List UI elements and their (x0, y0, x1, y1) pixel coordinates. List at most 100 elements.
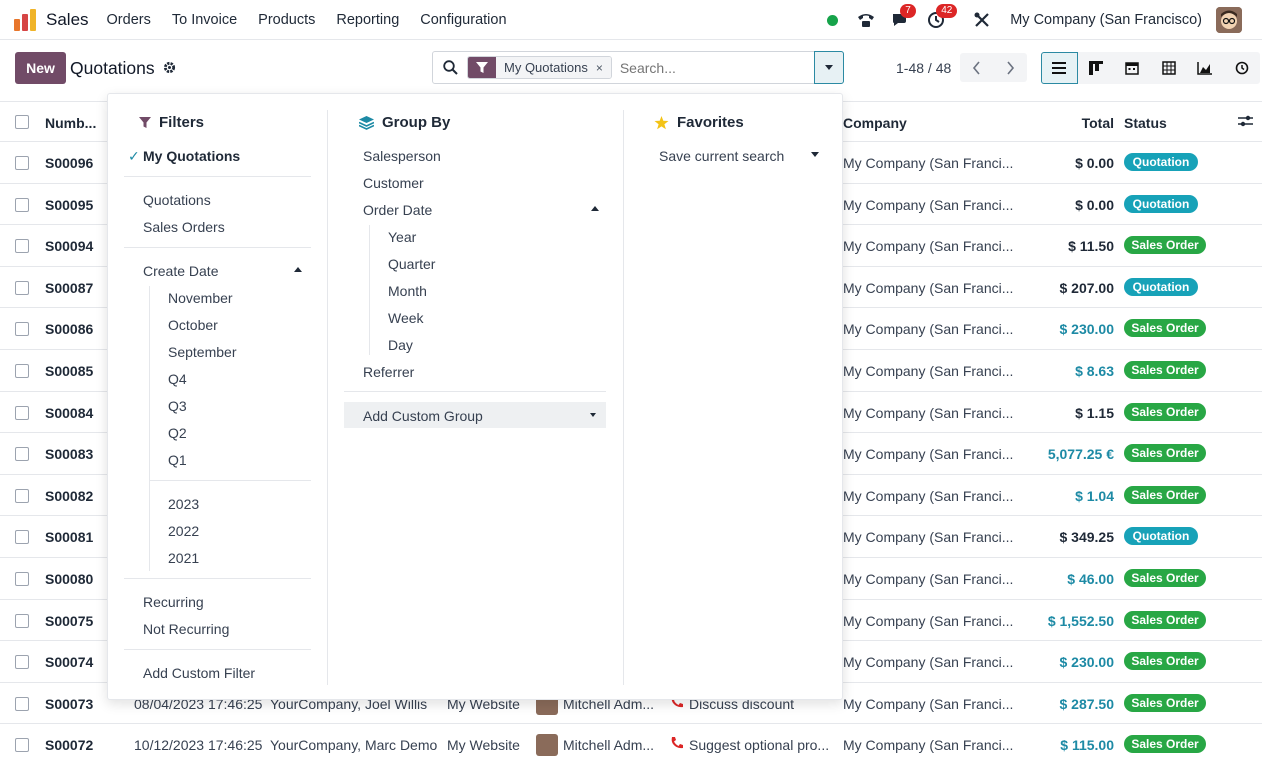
column-settings-icon[interactable] (1238, 114, 1253, 131)
debug-tools-icon[interactable] (970, 8, 994, 32)
activity-view-button[interactable] (1223, 52, 1260, 84)
filter-date-q2[interactable]: Q2 (168, 425, 187, 441)
filter-sales-orders[interactable]: Sales Orders (143, 219, 225, 235)
table-row[interactable]: S00072 10/12/2023 17:46:25 YourCompany, Ma… (0, 724, 1262, 760)
user-avatar[interactable] (1216, 7, 1242, 33)
menu-reporting[interactable]: Reporting (336, 12, 399, 28)
filter-year-2022[interactable]: 2022 (168, 523, 199, 539)
company-switcher[interactable]: My Company (San Francisco) (1010, 12, 1202, 28)
menu-to-invoice[interactable]: To Invoice (172, 12, 237, 28)
menu-configuration[interactable]: Configuration (420, 12, 506, 28)
row-checkbox[interactable] (15, 488, 29, 503)
filter-date-october[interactable]: October (168, 317, 218, 333)
row-checkbox[interactable] (15, 696, 29, 711)
filter-date-q1[interactable]: Q1 (168, 452, 187, 468)
status-badge: Quotation (1124, 277, 1198, 296)
app-name[interactable]: Sales (46, 10, 89, 30)
row-checkbox[interactable] (15, 530, 29, 545)
filter-date-q4[interactable]: Q4 (168, 371, 187, 387)
row-checkbox[interactable] (15, 613, 29, 628)
column-status[interactable]: Status (1124, 115, 1167, 131)
filter-quotations[interactable]: Quotations (143, 192, 211, 208)
search-icon[interactable] (433, 60, 467, 75)
company-cell: My Company (San Franci... (843, 404, 1014, 421)
status-badge: Sales Order (1124, 236, 1206, 255)
list-view-button[interactable] (1041, 52, 1078, 84)
caret-down-icon[interactable] (811, 152, 819, 157)
pivot-view-button[interactable] (1150, 52, 1187, 84)
facet-remove-icon[interactable]: × (595, 57, 611, 78)
group-date-day[interactable]: Day (388, 337, 413, 353)
group-date-week[interactable]: Week (388, 310, 424, 326)
next-activity[interactable]: Suggest optional pro... (689, 737, 829, 753)
row-checkbox[interactable] (15, 738, 29, 753)
add-custom-filter[interactable]: Add Custom Filter (143, 665, 255, 681)
filter-year-2021[interactable]: 2021 (168, 550, 199, 566)
calendar-view-button[interactable] (1114, 52, 1151, 84)
sales-app-logo[interactable] (14, 8, 38, 31)
filter-my-quotations[interactable]: My Quotations (143, 148, 240, 164)
phone-icon[interactable] (854, 8, 878, 32)
status-badge: Sales Order (1124, 735, 1206, 754)
column-separator (327, 110, 328, 685)
company-cell: My Company (San Franci... (843, 654, 1014, 671)
add-custom-group-select[interactable]: Add Custom Group (344, 402, 606, 428)
filter-date-q3[interactable]: Q3 (168, 398, 187, 414)
group-date-year[interactable]: Year (388, 229, 416, 245)
row-checkbox[interactable] (15, 364, 29, 378)
search-options-toggle[interactable] (814, 51, 844, 84)
company-cell: My Company (San Franci... (843, 487, 1014, 504)
order-total: $ 230.00 (1059, 321, 1115, 338)
row-checkbox[interactable] (15, 239, 29, 254)
select-all-checkbox[interactable] (15, 115, 29, 129)
filter-date-november[interactable]: November (168, 290, 233, 306)
kanban-view-button[interactable] (1077, 52, 1114, 84)
group-date-quarter[interactable]: Quarter (388, 256, 435, 272)
filter-date-september[interactable]: September (168, 344, 236, 360)
row-checkbox[interactable] (15, 280, 29, 295)
menu-products[interactable]: Products (258, 12, 315, 28)
row-checkbox[interactable] (15, 156, 29, 170)
status-badge: Sales Order (1124, 319, 1206, 338)
order-total: $ 115.00 (1060, 737, 1114, 754)
column-company[interactable]: Company (843, 115, 907, 131)
gear-icon[interactable] (163, 61, 176, 77)
row-checkbox[interactable] (15, 572, 29, 586)
company-cell: My Company (San Franci... (843, 529, 1014, 546)
caret-up-icon[interactable] (294, 267, 302, 272)
order-total: $ 46.00 (1067, 571, 1114, 587)
group-customer[interactable]: Customer (363, 175, 424, 191)
activities-clock-icon[interactable]: 42 (924, 4, 958, 32)
graph-view-button[interactable] (1187, 52, 1224, 84)
save-current-search[interactable]: Save current search (659, 148, 784, 164)
row-checkbox[interactable] (15, 322, 29, 337)
pager-previous-button[interactable] (960, 53, 994, 82)
column-number[interactable]: Numb... (45, 115, 96, 131)
divider (124, 176, 311, 177)
pager-value[interactable]: 1-48 / 48 (896, 60, 951, 76)
page-title[interactable]: Quotations (70, 58, 155, 79)
indent-line (149, 286, 150, 571)
column-total[interactable]: Total (1082, 115, 1114, 131)
search-input[interactable] (619, 59, 810, 76)
row-checkbox[interactable] (15, 197, 29, 212)
order-total: $ 349.25 (1059, 529, 1115, 546)
group-date-month[interactable]: Month (388, 283, 427, 299)
order-number: S00082 (45, 487, 94, 504)
row-checkbox[interactable] (15, 405, 29, 420)
filter-recurring[interactable]: Recurring (143, 594, 204, 610)
caret-up-icon[interactable] (591, 206, 599, 211)
row-checkbox[interactable] (15, 447, 29, 462)
group-order-date[interactable]: Order Date (363, 202, 432, 218)
group-referrer[interactable]: Referrer (363, 364, 414, 380)
filter-create-date[interactable]: Create Date (143, 263, 218, 279)
menu-orders[interactable]: Orders (107, 12, 151, 28)
pager-next-button[interactable] (994, 53, 1028, 82)
filter-year-2023[interactable]: 2023 (168, 496, 199, 512)
order-number: S00086 (45, 321, 94, 338)
messages-icon[interactable]: 7 (888, 4, 916, 32)
group-salesperson[interactable]: Salesperson (363, 148, 441, 164)
new-button[interactable]: New (15, 52, 66, 84)
filter-not-recurring[interactable]: Not Recurring (143, 621, 229, 637)
row-checkbox[interactable] (15, 655, 29, 670)
